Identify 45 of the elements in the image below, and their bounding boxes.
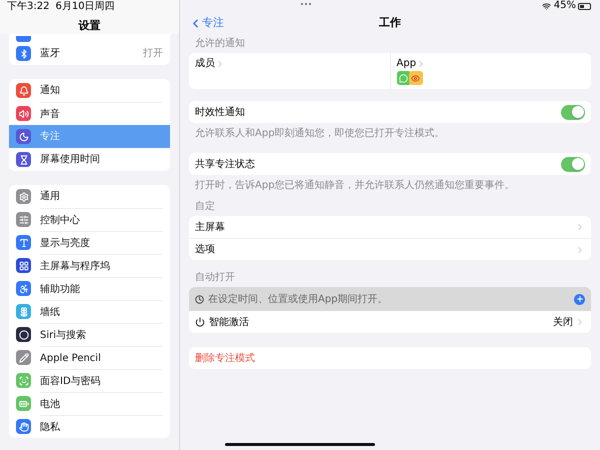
section-header: 允许的通知 (194, 36, 246, 51)
sidebar-item[interactable]: 控制中心 (9, 208, 170, 231)
toggle-row: 时效性通知 (189, 101, 591, 123)
toggle-switch[interactable] (561, 156, 585, 172)
toggle-row: 共享专注状态 (189, 153, 591, 175)
sidebar-item[interactable]: 辅助功能 (9, 277, 170, 300)
sidebar-item[interactable]: Apple Pencil (9, 346, 170, 369)
status-time: 下午3:22 (7, 2, 50, 12)
page-title: 工作 (379, 14, 401, 31)
power-icon (195, 317, 205, 327)
sidebar-item[interactable]: 墙纸 (9, 300, 170, 323)
sidebar-item[interactable]: 面容ID与密码 (9, 369, 170, 392)
section-header: 自定 (194, 200, 216, 214)
sidebar-item[interactable]: Siri与搜索 (9, 323, 170, 346)
toggle-switch[interactable] (561, 104, 585, 120)
nav-row[interactable]: 主屏幕 (189, 216, 591, 238)
battery-percent: 45% (554, 1, 576, 11)
sidebar-item[interactable]: 蓝牙 打开 (9, 42, 170, 65)
nav-row[interactable]: 智能激活 关闭 (189, 311, 591, 333)
section-header: 自动打开 (194, 270, 236, 285)
status-date: 6月10日周四 (55, 2, 115, 12)
people-link[interactable]: 成员 (195, 56, 225, 71)
nav-row[interactable]: 选项 (189, 238, 591, 260)
back-button[interactable]: 专注 (189, 14, 224, 32)
item-value: 打开 (143, 46, 163, 61)
add-button[interactable] (574, 294, 585, 304)
sidebar-item[interactable]: 屏幕使用时间 (9, 148, 170, 171)
clock-icon (195, 294, 204, 304)
hint-text: 在设定时间、位置或使用App期间打开。 (208, 292, 389, 306)
sidebar-item[interactable]: 隐私 (9, 415, 170, 438)
eye-app-icon (408, 71, 422, 85)
apps-link[interactable]: App (396, 56, 426, 71)
app-icon (16, 36, 31, 42)
sidebar-item[interactable]: 主屏幕与程序坞 (9, 254, 170, 277)
sidebar-item[interactable]: 显示与亮度 (9, 231, 170, 254)
sidebar-item[interactable]: 电池 (9, 392, 170, 415)
sidebar-item[interactable]: 通用 (9, 185, 170, 208)
battery-icon (578, 2, 591, 10)
delete-button[interactable]: 删除专注模式 (189, 347, 591, 369)
sidebar-title: 设置 (78, 18, 100, 34)
wifi-icon (542, 2, 551, 10)
footnote: 打开时，告诉App您已将通知静音，并允许联系人仍然通知您重要事件。 (194, 178, 516, 193)
chat-app-icon (396, 71, 410, 85)
footnote: 允许联系人和App即刻通知您，即使您已打开专注模式。 (194, 126, 446, 141)
sidebar-item[interactable]: 通知 (9, 79, 170, 102)
